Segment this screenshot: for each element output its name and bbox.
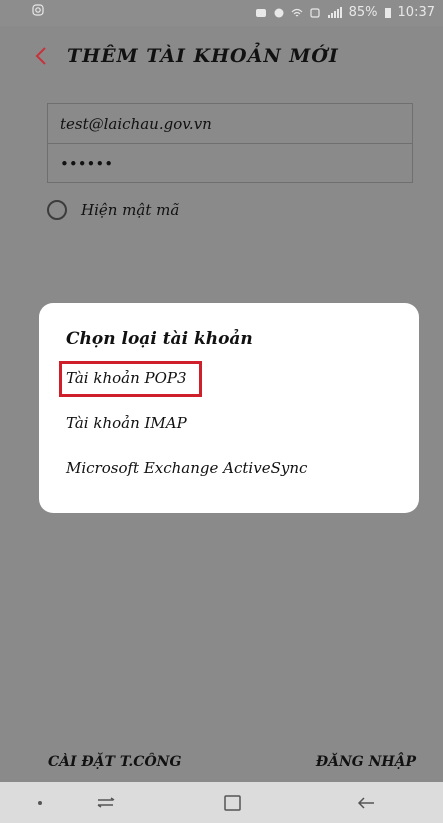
home-icon[interactable] <box>222 792 244 814</box>
show-password-radio[interactable] <box>47 200 67 220</box>
system-nav-bar <box>0 782 443 823</box>
show-password-toggle[interactable]: Hiện mật mã <box>47 200 179 220</box>
instagram-icon <box>32 4 44 16</box>
option-imap[interactable]: Tài khoản IMAP <box>66 414 187 432</box>
alarm-icon <box>274 8 284 17</box>
dialog-title: Chọn loại tài khoản <box>66 329 253 349</box>
signal-icon <box>327 6 342 18</box>
account-type-dialog: Chọn loại tài khoản Tài khoản POP3 Tài k… <box>39 303 419 513</box>
data-saver-icon <box>310 7 320 18</box>
bottom-actions: CÀI ĐẶT T.CÔNG ĐĂNG NHẬP <box>0 742 443 782</box>
wifi-icon <box>291 8 303 16</box>
back-arrow-icon[interactable] <box>30 42 54 70</box>
email-field[interactable]: test@laichau.gov.vn <box>48 104 412 144</box>
dot-indicator-icon <box>38 801 42 805</box>
app-bar: THÊM TÀI KHOẢN MỚI <box>0 26 443 84</box>
clock: 10:37 <box>397 5 435 20</box>
manual-setup-button[interactable]: CÀI ĐẶT T.CÔNG <box>48 754 181 770</box>
notification-icon <box>255 8 266 17</box>
recent-apps-icon[interactable] <box>95 792 117 814</box>
status-bar: 85% 10:37 <box>0 0 443 26</box>
battery-percent: 85% <box>348 5 378 20</box>
option-pop3[interactable]: Tài khoản POP3 <box>66 369 187 387</box>
page-title: THÊM TÀI KHOẢN MỚI <box>67 45 339 67</box>
show-password-label: Hiện mật mã <box>81 201 180 219</box>
login-button[interactable]: ĐĂNG NHẬP <box>316 754 416 770</box>
option-exchange[interactable]: Microsoft Exchange ActiveSync <box>66 459 307 477</box>
back-nav-icon[interactable] <box>355 792 377 814</box>
battery-icon <box>384 7 391 18</box>
password-field[interactable]: •••••• <box>48 144 412 184</box>
login-form: test@laichau.gov.vn •••••• <box>47 103 413 183</box>
